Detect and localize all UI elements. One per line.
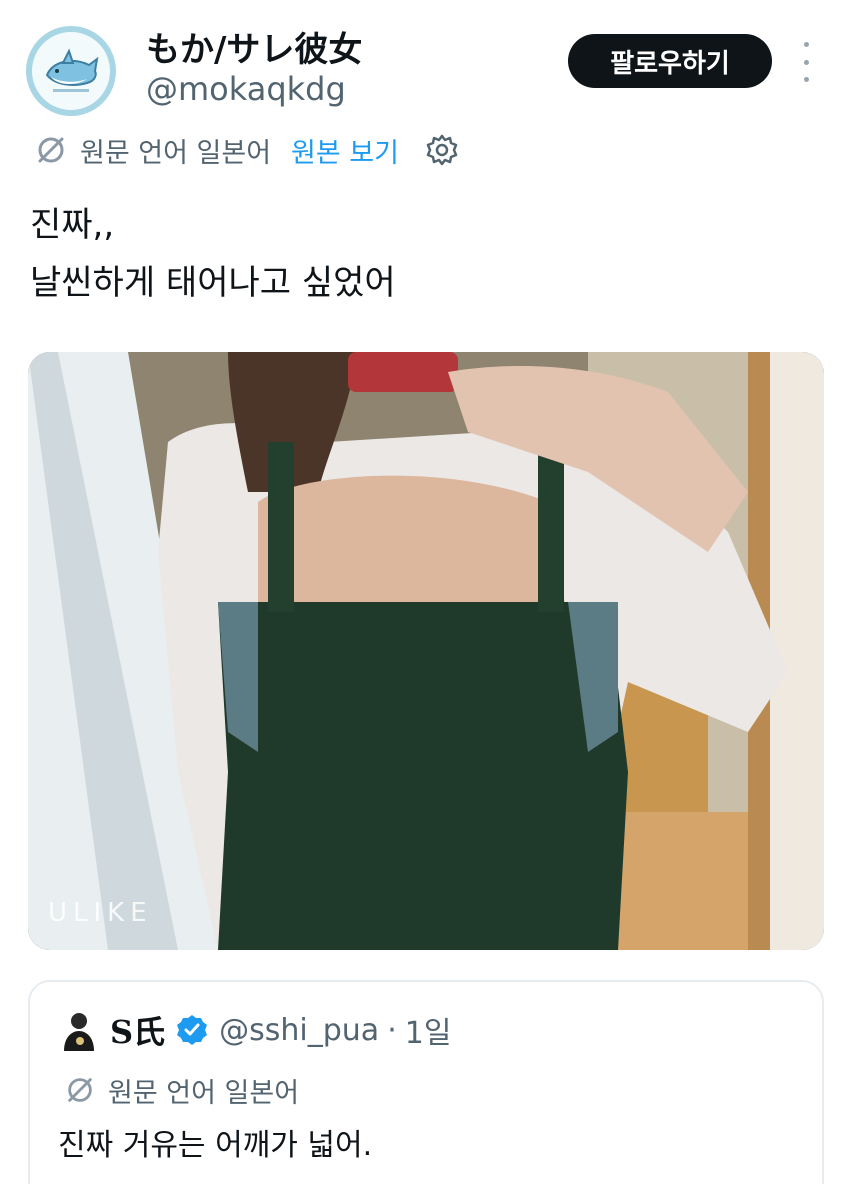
more-dot [803, 77, 809, 82]
author-handle[interactable]: @mokaqkdg [146, 70, 346, 108]
shark-icon [45, 48, 99, 92]
quoted-author-handle[interactable]: @sshi_pua [219, 1013, 379, 1048]
follow-button[interactable]: 팔로우하기 [568, 34, 772, 88]
quoted-author-avatar[interactable] [58, 1009, 100, 1051]
tweet-text-line: 날씬하게 태어나고 싶었어 [30, 263, 396, 303]
translate-icon [68, 1078, 92, 1102]
tweet-photo[interactable]: ULIKE [28, 352, 824, 950]
more-dot [803, 59, 809, 65]
quoted-tweet-text: 진짜 거유는 어깨가 넓어. [58, 1128, 373, 1163]
tweet-page: もか/サレ彼女 @mokaqkdg 팔로우하기 원문 언어 일본어 원본 보기 … [0, 0, 850, 1184]
meta-separator: · [387, 1012, 397, 1048]
quoted-tweet-header: S氏 @sshi_pua · 1일 [58, 1008, 451, 1052]
quoted-source-language-label: 원문 언어 일본어 [108, 1077, 300, 1109]
quoted-tweet-time[interactable]: 1일 [405, 1008, 452, 1052]
tweet-text: 진짜,, 날씬하게 태어나고 싶었어 [30, 196, 396, 312]
more-dot [803, 42, 809, 47]
quoted-author-name[interactable]: S氏 [110, 1007, 165, 1053]
tweet-text-line: 진짜,, [30, 205, 115, 245]
more-vertical-icon[interactable] [794, 42, 818, 82]
show-original-link[interactable]: 원본 보기 [291, 131, 399, 170]
gear-icon[interactable] [425, 133, 459, 167]
quoted-tweet-card[interactable]: S氏 @sshi_pua · 1일 원문 언어 일본어 진짜 거유는 어깨가 넓… [28, 980, 824, 1184]
mirror-selfie-image [28, 352, 824, 950]
author-avatar[interactable] [26, 26, 116, 116]
translate-icon [38, 137, 64, 163]
author-display-name[interactable]: もか/サレ彼女 [146, 22, 362, 71]
photo-watermark: ULIKE [48, 898, 153, 928]
quoted-translation-bar: 원문 언어 일본어 [64, 1070, 319, 1110]
source-language-label: 원문 언어 일본어 [80, 137, 272, 169]
verified-badge-icon [177, 1015, 208, 1045]
translation-bar: 원문 언어 일본어 원본 보기 [34, 130, 459, 170]
